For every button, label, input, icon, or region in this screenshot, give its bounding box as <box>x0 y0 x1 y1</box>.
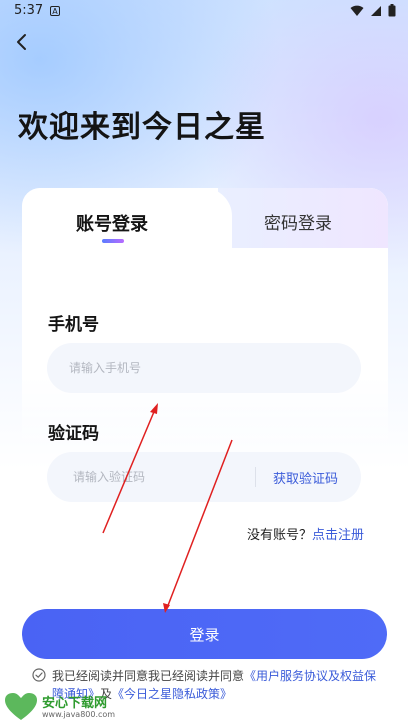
back-button[interactable] <box>10 30 34 54</box>
register-link[interactable]: 点击注册 <box>312 528 364 543</box>
register-prompt-text: 没有账号？ <box>247 528 313 543</box>
status-bar: 5:37 A <box>0 0 408 24</box>
watermark-name: 安心下载网 <box>42 696 108 711</box>
register-prompt: 没有账号？点击注册 <box>247 524 364 543</box>
code-input[interactable] <box>47 452 247 502</box>
tab-active-indicator <box>102 239 124 243</box>
get-code-button[interactable]: 获取验证码 <box>273 468 338 487</box>
wifi-icon <box>350 5 364 16</box>
status-time: 5:37 <box>14 3 44 18</box>
agreement-statement: 我已经阅读并同意我已经阅读并同意 <box>52 669 245 683</box>
tab-password-label[interactable]: 密码登录 <box>264 209 332 234</box>
watermark-url: www.java800.com <box>42 710 116 719</box>
privacy-link[interactable]: 《今日之星隐私政策》 <box>112 687 232 701</box>
chevron-left-icon <box>17 34 26 50</box>
watermark-logo: 安心下载网 www.java800.com <box>4 692 116 722</box>
code-divider <box>255 467 256 487</box>
battery-icon <box>388 4 396 17</box>
notification-icon: A <box>50 6 60 16</box>
phone-input[interactable] <box>47 343 361 393</box>
code-field: 获取验证码 <box>47 452 361 502</box>
status-icons <box>350 4 396 17</box>
tab-account-label[interactable]: 账号登录 <box>76 210 148 236</box>
signal-icon <box>371 5 381 16</box>
login-button[interactable]: 登录 <box>22 609 387 659</box>
code-label: 验证码 <box>48 424 99 444</box>
phone-label: 手机号 <box>48 315 99 335</box>
agreement-checkbox[interactable] <box>32 668 46 682</box>
page-title: 欢迎来到今日之星 <box>18 110 266 145</box>
heart-logo-icon <box>5 693 37 720</box>
